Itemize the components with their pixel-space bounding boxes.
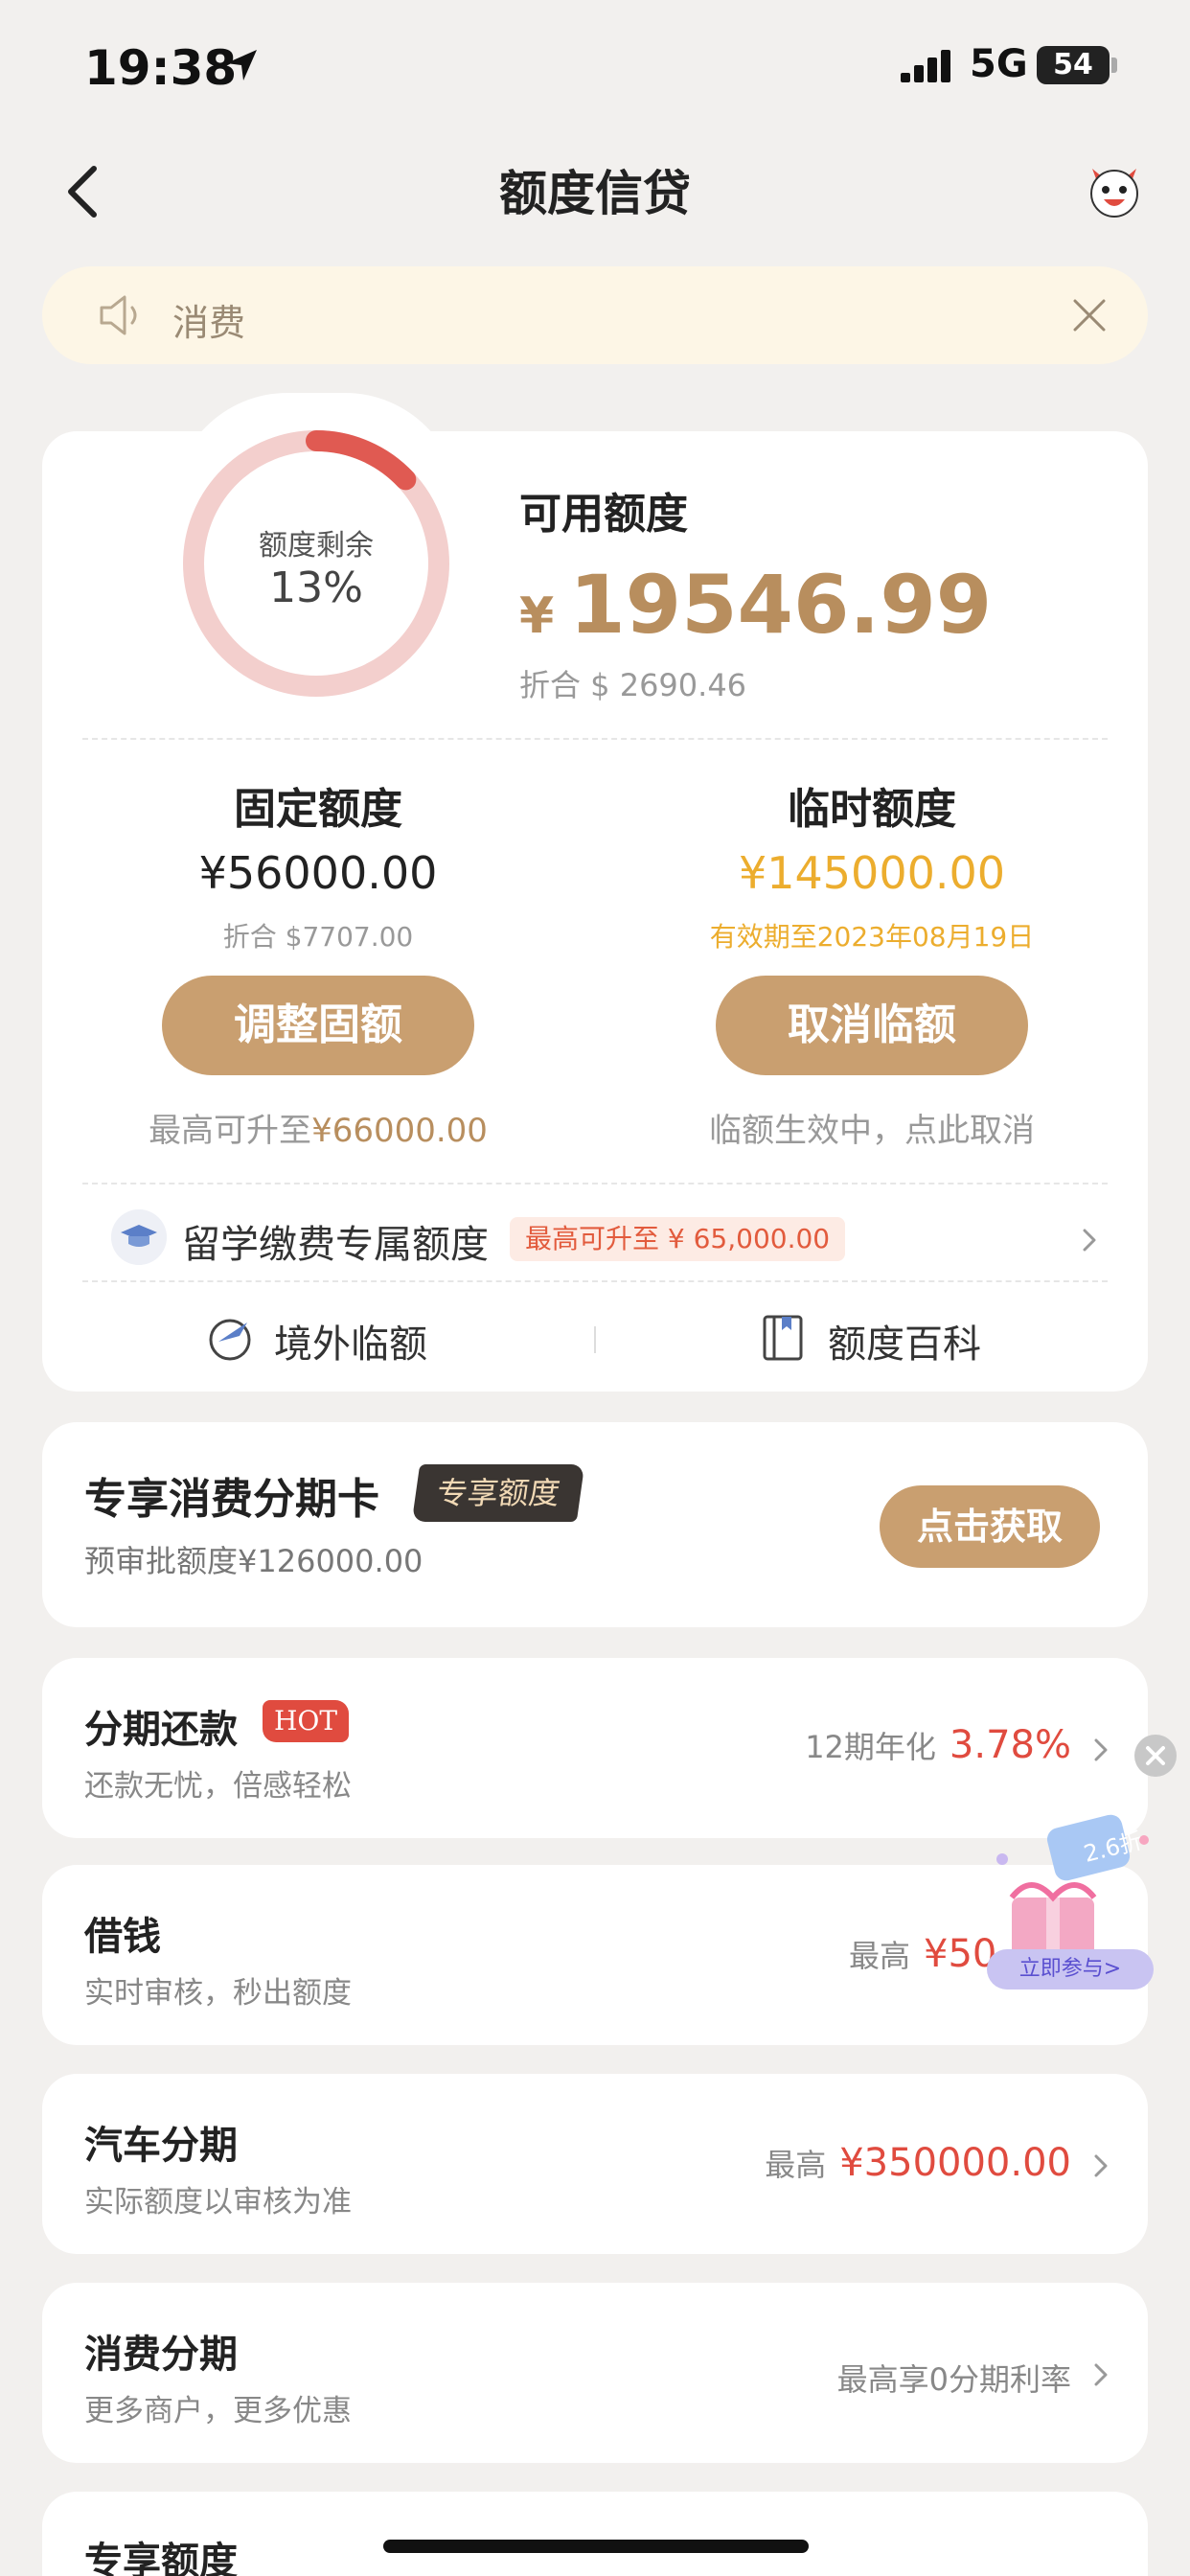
product-title: 分期还款 [84,1708,238,1752]
book-icon [763,1315,803,1361]
product-subtitle: 还款无忧，倍感轻松 [84,1769,352,1804]
fixed-max-prefix: 最高可升至 [149,1112,312,1150]
product-prefix: 12期年化 [805,1729,936,1765]
installment-card-title: 专享消费分期卡 [84,1475,379,1524]
globe-plane-icon [209,1319,251,1361]
adjust-fixed-button[interactable]: 调整固额 [162,976,474,1075]
home-indicator [383,2540,809,2553]
chevron-right-icon [1094,2363,1108,2386]
credit-encyclopedia-link[interactable]: 额度百科 [828,1313,981,1368]
ring-label: 额度剩余 [259,529,374,563]
get-card-button[interactable]: 点击获取 [880,1485,1100,1568]
cancel-temp-button[interactable]: 取消临额 [716,976,1028,1075]
product-prefix: 最高享0分期利率 [836,2361,1071,2398]
currency-symbol: ¥ [519,587,555,645]
fixed-credit-title: 固定额度 [234,785,402,834]
product-subtitle: 实际额度以审核为准 [84,2185,352,2220]
product-prefix: 最高 [849,1938,911,1974]
divider [82,1280,1108,1282]
chevron-right-icon [1083,1229,1096,1252]
battery-tip [1111,58,1117,73]
available-credit-label: 可用额度 [519,490,688,539]
divider [82,1183,1108,1184]
product-rate: 12期年化 3.78% [805,1723,1071,1767]
battery-icon: 54 [1037,46,1110,84]
divider [82,738,1108,740]
available-amount-value: 19546.99 [569,558,993,652]
study-credit-label: 留学缴费专属额度 [182,1223,489,1267]
exclusive-credit-badge: 专享额度 [411,1464,585,1522]
product-max-amount: 最高 ¥350000.00 [765,2141,1071,2185]
available-converted: 折合 $ 2690.46 [519,667,747,703]
promo-cta-button[interactable]: 立即参与> [987,1949,1154,1990]
location-arrow-icon [226,50,257,80]
chevron-right-icon [1094,1738,1108,1761]
fixed-max-note: 最高可升至¥66000.00 [50,1104,586,1151]
speaker-icon [100,295,137,335]
chevron-right-icon [1094,2154,1108,2177]
product-title: 消费分期 [84,2333,238,2377]
temp-credit-expiry: 有效期至2023年08月19日 [709,921,1035,953]
fixed-max-value: ¥66000.00 [311,1112,488,1150]
installment-card-subtitle: 预审批额度¥126000.00 [84,1543,423,1579]
ring-percent: 13% [269,564,363,612]
product-prefix: 最高 [765,2147,827,2183]
graduation-cap-icon [111,1209,167,1265]
hot-badge: HOT [263,1700,350,1742]
network-type: 5G [970,42,1028,86]
product-title: 专享额度 [84,2540,238,2576]
available-credit-amount: ¥19546.99 [519,558,992,652]
product-value: ¥350000.00 [839,2141,1071,2185]
study-credit-badge: 最高可升至 ¥ 65,000.00 [510,1217,846,1261]
signal-icon [901,50,950,82]
temp-note[interactable]: 临额生效中，点此取消 [604,1104,1140,1151]
product-max-amount: 最高 ¥50 [849,1932,996,1976]
product-title: 借钱 [84,1915,161,1959]
notice-banner[interactable]: 消费 [42,266,1148,364]
product-value: 3.78% [949,1723,1071,1767]
status-time: 19:38 [84,40,238,96]
fixed-credit-amount: ¥56000.00 [198,847,438,899]
product-subtitle: 实时审核，秒出额度 [84,1976,352,2011]
notice-text: 消费 [172,302,246,344]
temp-credit-amount: ¥145000.00 [738,847,1006,899]
overseas-temp-credit-link[interactable]: 境外临额 [274,1313,427,1368]
product-note: 最高享0分期利率 [837,2356,1071,2400]
product-title: 汽车分期 [84,2124,238,2168]
promo-close-button[interactable] [1134,1735,1177,1777]
fixed-credit-converted: 折合 $7707.00 [222,921,414,953]
temp-credit-title: 临时额度 [788,785,956,834]
close-icon [1146,1746,1165,1765]
mascot-avatar-icon[interactable] [1083,159,1146,222]
product-subtitle: 更多商户，更多优惠 [84,2394,352,2428]
page-title: 额度信贷 [499,166,691,221]
close-icon[interactable] [1069,295,1110,335]
tools-divider [594,1326,596,1353]
